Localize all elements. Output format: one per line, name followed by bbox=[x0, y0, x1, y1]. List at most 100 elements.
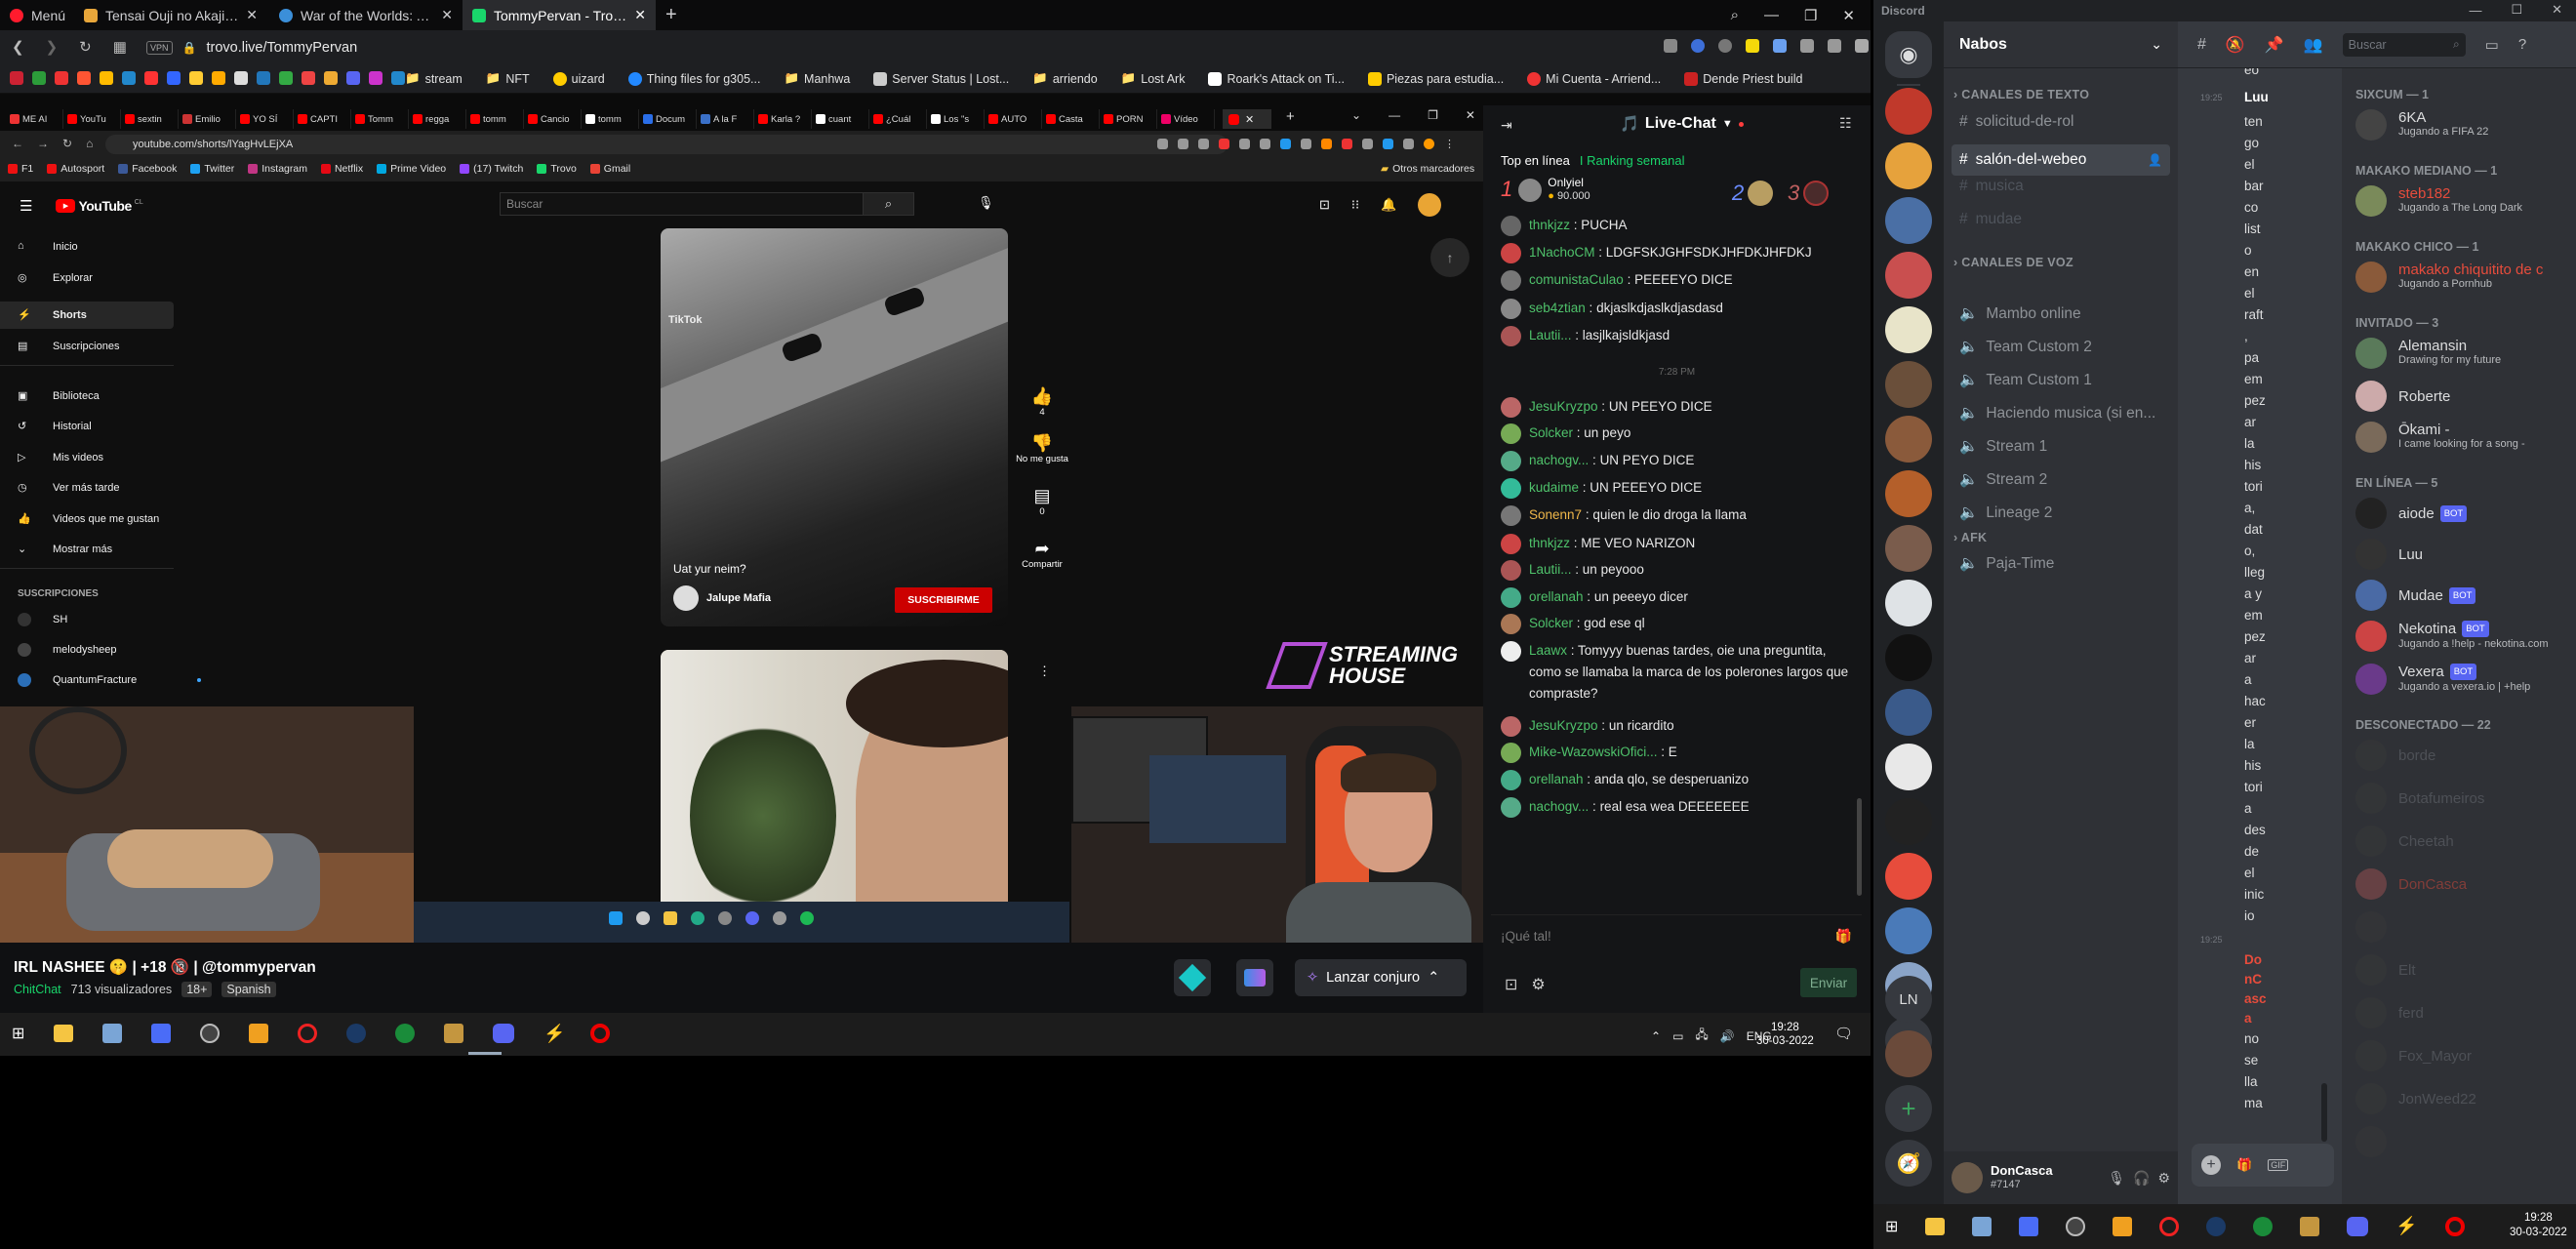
stream-browser-tab[interactable]: ¿Cuál bbox=[869, 109, 927, 129]
stream-bookmark[interactable]: Prime Video bbox=[377, 163, 446, 175]
channel-salon-del-webeo[interactable]: # salón-del-webeo 👤 bbox=[1952, 144, 2170, 176]
user-avatar[interactable] bbox=[1501, 743, 1521, 763]
server-icon[interactable] bbox=[1885, 1030, 1932, 1077]
close-window-button[interactable]: ✕ bbox=[1466, 108, 1475, 122]
tab-trovo[interactable]: TommyPervan - Trovo ✕ bbox=[463, 0, 656, 30]
apps-grid-icon[interactable]: ⁝⁝ bbox=[1351, 197, 1359, 213]
tab-search-icon[interactable]: ⌄ bbox=[1351, 108, 1361, 122]
bookmark-piezas[interactable]: Piezas para estudia... bbox=[1367, 71, 1504, 86]
stream-bookmark[interactable]: F1 bbox=[8, 163, 33, 175]
bookmark-favicon-icon[interactable] bbox=[55, 71, 68, 85]
camera-icon[interactable] bbox=[1664, 39, 1677, 53]
steam-icon[interactable] bbox=[2206, 1216, 2227, 1236]
user-avatar[interactable] bbox=[1501, 326, 1521, 346]
extension-icon[interactable] bbox=[1260, 139, 1270, 149]
opera-gx-icon[interactable] bbox=[2159, 1216, 2180, 1236]
bookmark-favicon-icon[interactable] bbox=[234, 71, 248, 85]
file-explorer-icon[interactable] bbox=[1925, 1217, 1946, 1235]
sublime-icon[interactable] bbox=[249, 1024, 269, 1043]
stream-browser-tab[interactable]: ME AI bbox=[6, 109, 63, 129]
chat-username[interactable]: thnkjzz bbox=[1529, 536, 1570, 550]
stream-bookmark[interactable]: Twitter bbox=[190, 163, 234, 175]
chat-username[interactable]: orellanah bbox=[1529, 772, 1584, 786]
notifications-bell-icon[interactable]: 🔔 bbox=[1381, 197, 1396, 213]
clock[interactable]: 19:28 30-03-2022 bbox=[2510, 1211, 2567, 1240]
extension-icon[interactable] bbox=[1773, 39, 1787, 53]
collapse-chat-icon[interactable]: ⇥ bbox=[1501, 117, 1512, 134]
subscription-melodysheep[interactable]: melodysheep bbox=[18, 643, 116, 657]
share-icon[interactable] bbox=[1157, 139, 1168, 149]
clock[interactable]: 19:28 30-03-2022 bbox=[1756, 1021, 1814, 1048]
server-icon[interactable] bbox=[1885, 634, 1932, 681]
chat-username[interactable]: Sonenn7 bbox=[1529, 507, 1582, 522]
bookmark-mi-cuenta[interactable]: Mi Cuenta - Arriend... bbox=[1527, 71, 1661, 86]
member-item[interactable]: Cheetah bbox=[2355, 826, 2454, 857]
reload-button[interactable]: ↻ bbox=[62, 137, 72, 150]
lol-icon[interactable] bbox=[444, 1024, 464, 1043]
volume-icon[interactable]: 🔊 bbox=[1720, 1029, 1735, 1043]
tab-close-icon[interactable]: ✕ bbox=[634, 7, 646, 23]
server-icon[interactable] bbox=[1885, 798, 1932, 845]
battery-icon[interactable]: ▭ bbox=[1672, 1029, 1683, 1043]
extension-icon[interactable] bbox=[1342, 139, 1352, 149]
chat-username[interactable]: nachogv... bbox=[1529, 799, 1589, 814]
sidebar-item-shorts[interactable]: ⚡ Shorts bbox=[0, 302, 174, 329]
user-avatar[interactable] bbox=[1501, 614, 1521, 634]
user-avatar[interactable] bbox=[1501, 534, 1521, 554]
member-item[interactable]: steb182 Jugando a The Long Dark bbox=[2355, 185, 2522, 217]
windows-start-button[interactable]: ⊞ bbox=[1885, 1217, 1898, 1236]
cube-icon[interactable] bbox=[1800, 39, 1814, 53]
top-viewer-2[interactable]: 2 bbox=[1732, 180, 1774, 206]
member-item[interactable]: Alemansin Drawing for my future bbox=[2355, 338, 2501, 369]
chat-username[interactable]: nachogv... bbox=[1529, 453, 1589, 467]
stream-browser-tab[interactable]: Vídeo bbox=[1157, 109, 1215, 129]
stream-browser-tab[interactable]: Karla ? bbox=[754, 109, 812, 129]
search-tabs-icon[interactable]: ⌕ bbox=[1731, 7, 1739, 23]
chat-username[interactable]: orellanah bbox=[1529, 589, 1584, 604]
maximize-button[interactable]: ☐ bbox=[2511, 2, 2522, 18]
member-item[interactable]: Elt bbox=[2355, 954, 2416, 986]
server-icon[interactable] bbox=[1885, 142, 1932, 189]
extension-icon[interactable] bbox=[1746, 39, 1759, 53]
bookmark-favicon-icon[interactable] bbox=[257, 71, 270, 85]
member-item[interactable] bbox=[2355, 1126, 2398, 1157]
notifications-icon[interactable]: 🗨 bbox=[1834, 1025, 1853, 1042]
category-afk[interactable]: › AFK bbox=[1953, 531, 1987, 544]
bookmark-favicon-icon[interactable] bbox=[77, 71, 91, 85]
member-item[interactable]: makako chiquitito de c Jugando a Pornhub bbox=[2355, 262, 2543, 293]
chat-username[interactable]: Solcker bbox=[1529, 616, 1573, 630]
new-tab-button[interactable]: + bbox=[656, 0, 689, 30]
send-button[interactable]: Enviar bbox=[1800, 968, 1857, 997]
user-avatar[interactable] bbox=[1501, 423, 1521, 444]
network-icon[interactable]: 🖧 bbox=[1695, 1026, 1708, 1046]
scroll-up-button[interactable]: ↑ bbox=[1430, 238, 1469, 277]
server-icon[interactable] bbox=[1885, 744, 1932, 790]
puzzle-icon[interactable] bbox=[1362, 139, 1373, 149]
member-item[interactable]: borde bbox=[2355, 740, 2435, 771]
notepad-icon[interactable] bbox=[1972, 1216, 1992, 1236]
bookmark-favicon-icon[interactable] bbox=[346, 71, 360, 85]
member-item[interactable]: Mudae BOT bbox=[2355, 580, 2476, 611]
bookmark-favicon-icon[interactable] bbox=[369, 71, 382, 85]
mute-icon[interactable]: 🔕 bbox=[2226, 35, 2245, 55]
tab-close-icon[interactable]: ✕ bbox=[1245, 113, 1254, 126]
explore-servers-icon[interactable]: 🧭 bbox=[1885, 1140, 1932, 1187]
gif-icon[interactable]: GIF bbox=[2268, 1159, 2289, 1171]
reload-button[interactable]: ↻ bbox=[79, 38, 92, 56]
chat-username[interactable]: thnkjzz bbox=[1529, 218, 1570, 232]
bookmark-favicon-icon[interactable] bbox=[122, 71, 136, 85]
search-input[interactable]: Buscar ⌕ bbox=[2342, 32, 2466, 57]
new-tab-button[interactable]: + bbox=[1286, 108, 1295, 125]
bookmark-uizard[interactable]: uizard bbox=[552, 71, 605, 86]
sidebar-icon[interactable] bbox=[1403, 139, 1414, 149]
maximize-button[interactable]: ❐ bbox=[1804, 7, 1817, 24]
category-voice[interactable]: › CANALES DE VOZ bbox=[1953, 256, 2073, 269]
user-avatar[interactable] bbox=[1501, 216, 1521, 236]
stream-browser-tab[interactable]: sextin bbox=[121, 109, 179, 129]
voice-channel[interactable]: 🔈 Stream 1 bbox=[1959, 437, 2047, 456]
xbox-icon[interactable] bbox=[395, 1024, 416, 1043]
back-button[interactable]: ❮ bbox=[12, 38, 24, 56]
xbox-icon[interactable] bbox=[2253, 1216, 2274, 1236]
stream-bookmark[interactable]: Gmail bbox=[589, 163, 630, 175]
lightning-icon[interactable]: ⚡ bbox=[2395, 1216, 2417, 1236]
